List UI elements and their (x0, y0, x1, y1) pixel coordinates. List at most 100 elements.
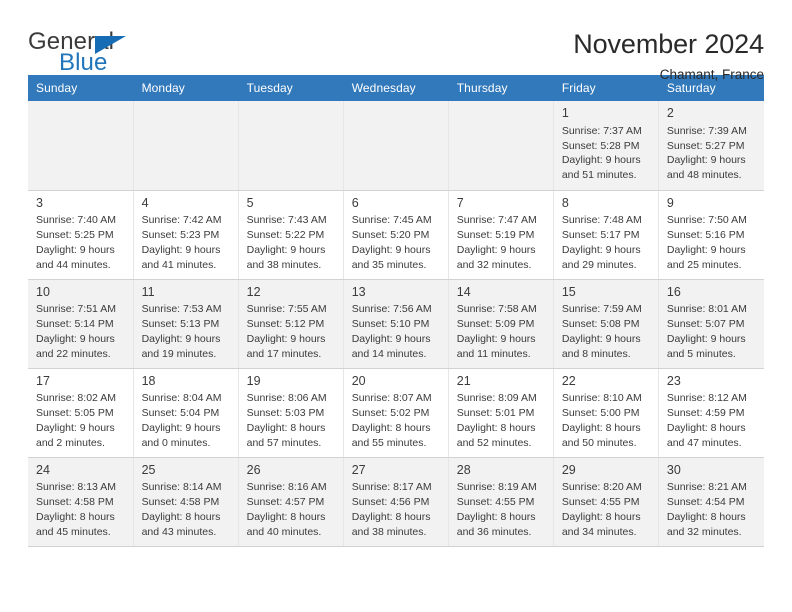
day-cell-content: 27 Sunrise: 8:17 AM Sunset: 4:56 PM Dayligh… (344, 458, 448, 540)
daylight-text-line2: and 38 minutes. (351, 525, 427, 538)
calendar-day-cell[interactable]: 6 Sunrise: 7:45 AM Sunset: 5:20 PM Daylight… (343, 190, 449, 280)
daylight-text-line2: and 35 minutes. (351, 258, 427, 271)
sunrise-text: Sunrise: 8:07 AM (351, 392, 432, 405)
weekday-header-thursday: Thursday (448, 75, 554, 101)
calendar-day-cell[interactable]: 16 Sunrise: 8:01 AM Sunset: 5:07 PM Dayligh… (658, 279, 764, 369)
sunrise-text: Sunrise: 7:37 AM (561, 124, 642, 137)
calendar-day-cell[interactable]: 22 Sunrise: 8:10 AM Sunset: 5:00 PM Dayligh… (553, 368, 659, 458)
weekday-header-tuesday: Tuesday (238, 75, 344, 101)
calendar-body: 1 Sunrise: 7:37 AM Sunset: 5:28 PM Daylight… (28, 101, 764, 547)
day-sun-details: Sunrise: 8:09 AM Sunset: 5:01 PM Daylight:… (457, 391, 546, 451)
sunrise-text: Sunrise: 7:39 AM (666, 124, 747, 137)
daylight-text-line1: Daylight: 9 hours (561, 332, 641, 345)
sunset-text: Sunset: 5:23 PM (141, 229, 220, 242)
calendar-day-cell[interactable]: 17 Sunrise: 8:02 AM Sunset: 5:05 PM Dayligh… (28, 368, 134, 458)
daylight-text-line1: Daylight: 9 hours (456, 243, 536, 256)
day-number: 10 (36, 284, 50, 299)
day-number: 25 (141, 462, 156, 477)
day-number: 21 (456, 373, 471, 388)
day-number: 14 (456, 284, 471, 299)
calendar-day-cell[interactable]: 28 Sunrise: 8:19 AM Sunset: 4:55 PM Dayligh… (448, 457, 554, 547)
sunset-text: Sunset: 5:04 PM (141, 407, 220, 420)
day-cell-content: 24 Sunrise: 8:13 AM Sunset: 4:58 PM Dayligh… (28, 458, 133, 540)
daylight-text-line2: and 34 minutes. (561, 525, 637, 538)
sunset-text: Sunset: 5:00 PM (561, 407, 640, 420)
sunset-text: Sunset: 5:07 PM (666, 318, 745, 331)
day-number: 24 (36, 462, 50, 477)
calendar-day-cell[interactable]: 27 Sunrise: 8:17 AM Sunset: 4:56 PM Dayligh… (343, 457, 449, 547)
day-number: 4 (141, 195, 149, 210)
day-sun-details: Sunrise: 7:59 AM Sunset: 5:08 PM Daylight:… (562, 302, 651, 362)
calendar-day-cell[interactable]: 8 Sunrise: 7:48 AM Sunset: 5:17 PM Daylight… (553, 190, 659, 280)
daylight-text-line1: Daylight: 8 hours (141, 510, 221, 523)
day-cell-content: 28 Sunrise: 8:19 AM Sunset: 4:55 PM Dayligh… (449, 458, 553, 540)
day-sun-details: Sunrise: 7:47 AM Sunset: 5:19 PM Daylight:… (457, 213, 546, 273)
calendar-day-cell[interactable]: 21 Sunrise: 8:09 AM Sunset: 5:01 PM Dayligh… (448, 368, 554, 458)
calendar-day-cell[interactable]: 9 Sunrise: 7:50 AM Sunset: 5:16 PM Daylight… (658, 190, 764, 280)
daylight-text-line2: and 0 minutes. (141, 436, 211, 449)
sunrise-text: Sunrise: 8:16 AM (246, 481, 327, 494)
calendar-page: General Blue November 2024 Chamant, Fran… (0, 0, 792, 612)
calendar-day-cell[interactable]: 3 Sunrise: 7:40 AM Sunset: 5:25 PM Daylight… (28, 190, 134, 280)
calendar-day-cell[interactable]: 29 Sunrise: 8:20 AM Sunset: 4:55 PM Dayligh… (553, 457, 659, 547)
day-cell-content: 14 Sunrise: 7:58 AM Sunset: 5:09 PM Dayligh… (449, 280, 553, 362)
sunrise-text: Sunrise: 8:10 AM (561, 392, 642, 405)
calendar-day-cell[interactable]: 10 Sunrise: 7:51 AM Sunset: 5:14 PM Dayligh… (28, 279, 134, 369)
day-sun-details: Sunrise: 7:37 AM Sunset: 5:28 PM Daylight:… (562, 124, 651, 184)
sunrise-text: Sunrise: 8:09 AM (456, 392, 537, 405)
daylight-text-line1: Daylight: 9 hours (666, 154, 746, 167)
day-sun-details: Sunrise: 7:40 AM Sunset: 5:25 PM Daylight:… (36, 213, 126, 273)
sunset-text: Sunset: 4:55 PM (561, 496, 640, 509)
calendar-day-cell[interactable]: 1 Sunrise: 7:37 AM Sunset: 5:28 PM Daylight… (553, 101, 659, 191)
day-number: 23 (666, 373, 681, 388)
sunset-text: Sunset: 5:13 PM (141, 318, 220, 331)
day-number: 8 (561, 195, 569, 210)
calendar-day-cell[interactable]: 15 Sunrise: 7:59 AM Sunset: 5:08 PM Dayligh… (553, 279, 659, 369)
day-number: 28 (456, 462, 471, 477)
day-number: 5 (246, 195, 254, 210)
calendar-day-cell[interactable]: 30 Sunrise: 8:21 AM Sunset: 4:54 PM Dayligh… (658, 457, 764, 547)
day-cell-content: 13 Sunrise: 7:56 AM Sunset: 5:10 PM Dayligh… (344, 280, 448, 362)
daylight-text-line2: and 17 minutes. (246, 347, 322, 360)
general-blue-logo[interactable]: General Blue (28, 28, 158, 76)
calendar-day-cell[interactable]: 23 Sunrise: 8:12 AM Sunset: 4:59 PM Dayligh… (658, 368, 764, 458)
day-number: 16 (666, 284, 681, 299)
calendar-day-cell[interactable]: 20 Sunrise: 8:07 AM Sunset: 5:02 PM Dayligh… (343, 368, 449, 458)
calendar-day-cell[interactable]: 11 Sunrise: 7:53 AM Sunset: 5:13 PM Dayligh… (133, 279, 239, 369)
sunset-text: Sunset: 5:14 PM (36, 318, 114, 331)
calendar-week-row: 24 Sunrise: 8:13 AM Sunset: 4:58 PM Dayligh… (28, 457, 764, 547)
daylight-text-line2: and 40 minutes. (246, 525, 322, 538)
sunrise-text: Sunrise: 7:55 AM (246, 303, 327, 316)
day-cell-content: 1 Sunrise: 7:37 AM Sunset: 5:28 PM Daylight… (554, 101, 658, 183)
daylight-text-line2: and 2 minutes. (36, 436, 105, 449)
calendar-day-cell[interactable]: 2 Sunrise: 7:39 AM Sunset: 5:27 PM Daylight… (658, 101, 764, 191)
calendar-day-cell[interactable]: 25 Sunrise: 8:14 AM Sunset: 4:58 PM Dayligh… (133, 457, 239, 547)
sunset-text: Sunset: 5:03 PM (246, 407, 325, 420)
day-sun-details: Sunrise: 8:14 AM Sunset: 4:58 PM Daylight:… (142, 480, 231, 540)
calendar-day-cell[interactable]: 14 Sunrise: 7:58 AM Sunset: 5:09 PM Dayligh… (448, 279, 554, 369)
day-sun-details: Sunrise: 7:43 AM Sunset: 5:22 PM Daylight:… (247, 213, 336, 273)
daylight-text-line1: Daylight: 9 hours (141, 421, 221, 434)
calendar-day-cell[interactable]: 5 Sunrise: 7:43 AM Sunset: 5:22 PM Daylight… (238, 190, 344, 280)
calendar-day-cell[interactable]: 18 Sunrise: 8:04 AM Sunset: 5:04 PM Dayligh… (133, 368, 239, 458)
day-sun-details: Sunrise: 7:45 AM Sunset: 5:20 PM Daylight:… (352, 213, 441, 273)
day-sun-details: Sunrise: 7:39 AM Sunset: 5:27 PM Daylight:… (667, 124, 757, 184)
daylight-text-line1: Daylight: 8 hours (561, 421, 641, 434)
sunrise-text: Sunrise: 7:59 AM (561, 303, 642, 316)
calendar-day-cell[interactable]: 19 Sunrise: 8:06 AM Sunset: 5:03 PM Dayligh… (238, 368, 344, 458)
calendar-day-cell[interactable]: 26 Sunrise: 8:16 AM Sunset: 4:57 PM Dayligh… (238, 457, 344, 547)
calendar-day-cell[interactable]: 24 Sunrise: 8:13 AM Sunset: 4:58 PM Dayligh… (28, 457, 134, 547)
daylight-text-line2: and 25 minutes. (666, 258, 742, 271)
daylight-text-line1: Daylight: 8 hours (456, 421, 536, 434)
calendar-day-cell[interactable]: 13 Sunrise: 7:56 AM Sunset: 5:10 PM Dayligh… (343, 279, 449, 369)
sunrise-text: Sunrise: 8:01 AM (666, 303, 747, 316)
daylight-text-line1: Daylight: 9 hours (141, 243, 221, 256)
calendar-day-cell[interactable]: 4 Sunrise: 7:42 AM Sunset: 5:23 PM Daylight… (133, 190, 239, 280)
calendar-cell-empty (28, 101, 134, 191)
day-cell-content: 2 Sunrise: 7:39 AM Sunset: 5:27 PM Daylight… (659, 101, 764, 183)
calendar-day-cell[interactable]: 12 Sunrise: 7:55 AM Sunset: 5:12 PM Dayligh… (238, 279, 344, 369)
sunset-text: Sunset: 4:54 PM (666, 496, 745, 509)
day-sun-details: Sunrise: 8:13 AM Sunset: 4:58 PM Daylight:… (36, 480, 126, 540)
calendar-day-cell[interactable]: 7 Sunrise: 7:47 AM Sunset: 5:19 PM Daylight… (448, 190, 554, 280)
day-cell-content: 17 Sunrise: 8:02 AM Sunset: 5:05 PM Dayligh… (28, 369, 133, 451)
